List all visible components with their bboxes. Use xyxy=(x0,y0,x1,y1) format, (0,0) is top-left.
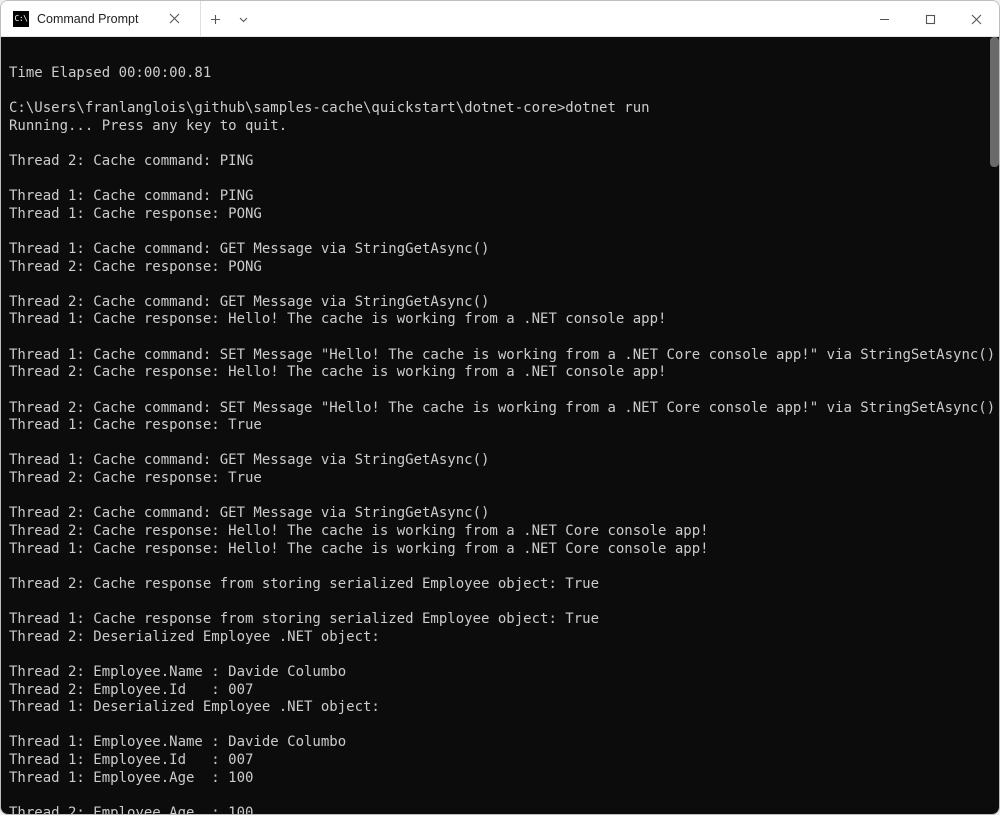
terminal-text: Time Elapsed 00:00:00.81 C:\Users\franla… xyxy=(9,47,993,814)
cmd-icon: C:\ xyxy=(13,11,29,27)
scrollbar[interactable] xyxy=(990,37,999,814)
terminal-output[interactable]: Time Elapsed 00:00:00.81 C:\Users\franla… xyxy=(1,37,999,814)
minimize-button[interactable] xyxy=(861,1,907,37)
new-tab-button[interactable] xyxy=(201,1,229,37)
drag-region[interactable] xyxy=(257,1,861,36)
scrollbar-thumb[interactable] xyxy=(990,37,999,167)
tab-command-prompt[interactable]: C:\ Command Prompt xyxy=(1,1,201,36)
tab-title: Command Prompt xyxy=(37,12,152,26)
tab-close-button[interactable] xyxy=(160,1,188,37)
tab-dropdown-button[interactable] xyxy=(229,1,257,37)
window: C:\ Command Prompt Time Elapsed 00:00:00… xyxy=(0,0,1000,815)
maximize-button[interactable] xyxy=(907,1,953,37)
close-button[interactable] xyxy=(953,1,999,37)
window-controls xyxy=(861,1,999,36)
titlebar[interactable]: C:\ Command Prompt xyxy=(1,1,999,37)
